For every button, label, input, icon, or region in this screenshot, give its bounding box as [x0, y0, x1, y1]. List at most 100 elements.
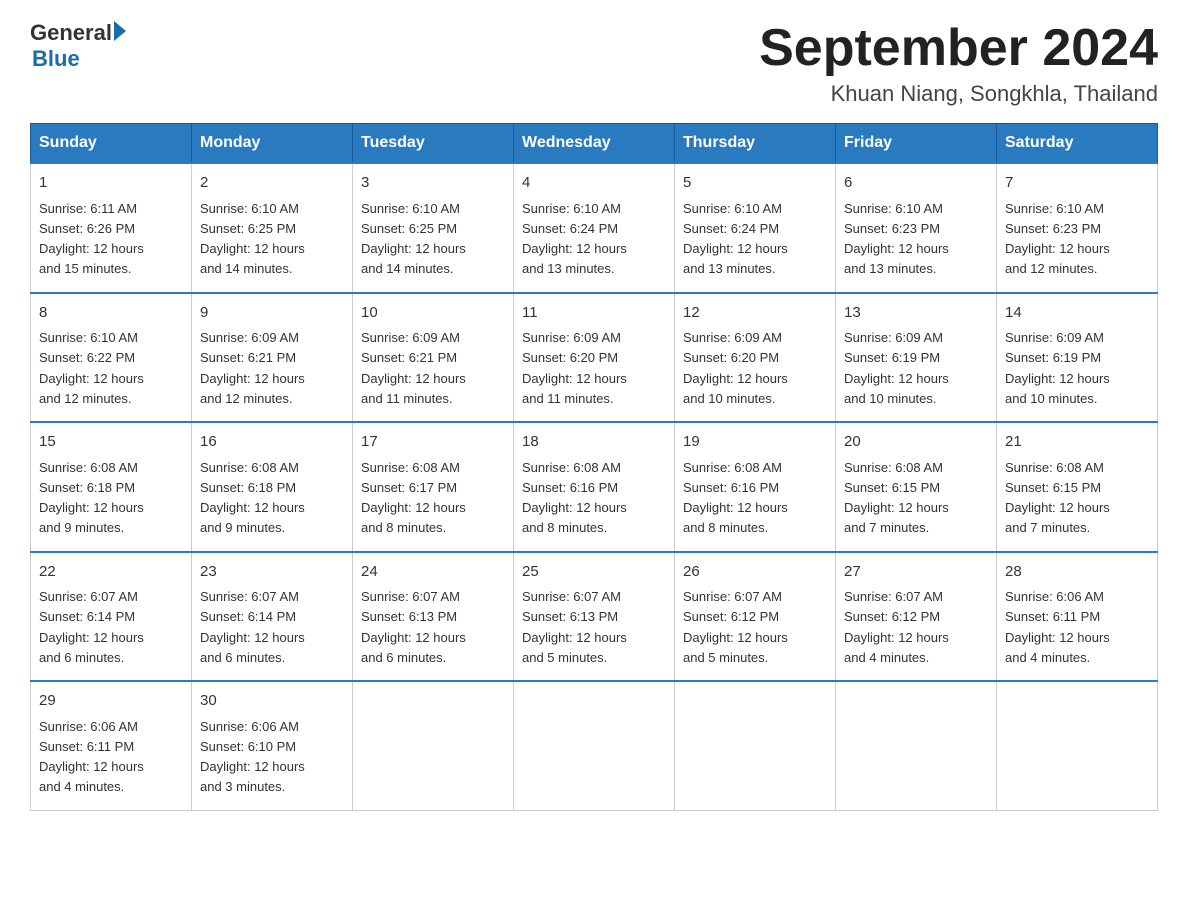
day-number: 5	[683, 172, 827, 195]
day-info: Sunrise: 6:10 AMSunset: 6:25 PMDaylight:…	[200, 201, 305, 277]
calendar-cell: 23 Sunrise: 6:07 AMSunset: 6:14 PMDayligh…	[192, 552, 353, 682]
calendar-cell: 21 Sunrise: 6:08 AMSunset: 6:15 PMDayligh…	[997, 422, 1158, 552]
day-number: 24	[361, 561, 505, 584]
day-number: 7	[1005, 172, 1149, 195]
weekday-header-tuesday: Tuesday	[353, 124, 514, 164]
day-number: 15	[39, 431, 183, 454]
calendar-cell: 2 Sunrise: 6:10 AMSunset: 6:25 PMDaylight…	[192, 163, 353, 293]
logo: General Blue	[30, 20, 126, 72]
day-info: Sunrise: 6:08 AMSunset: 6:18 PMDaylight:…	[39, 460, 144, 536]
calendar-cell: 14 Sunrise: 6:09 AMSunset: 6:19 PMDayligh…	[997, 293, 1158, 423]
calendar-cell	[353, 681, 514, 810]
day-number: 25	[522, 561, 666, 584]
calendar-cell: 18 Sunrise: 6:08 AMSunset: 6:16 PMDayligh…	[514, 422, 675, 552]
calendar-cell: 28Sunrise: 6:06 AMSunset: 6:11 PMDayligh…	[997, 552, 1158, 682]
day-number: 8	[39, 302, 183, 325]
day-info: Sunrise: 6:07 AMSunset: 6:13 PMDaylight:…	[522, 589, 627, 665]
calendar-table: SundayMondayTuesdayWednesdayThursdayFrid…	[30, 123, 1158, 811]
calendar-cell: 26 Sunrise: 6:07 AMSunset: 6:12 PMDayligh…	[675, 552, 836, 682]
calendar-week-row: 22Sunrise: 6:07 AMSunset: 6:14 PMDayligh…	[31, 552, 1158, 682]
day-info: Sunrise: 6:09 AMSunset: 6:19 PMDaylight:…	[844, 330, 949, 406]
day-number: 14	[1005, 302, 1149, 325]
day-info: Sunrise: 6:06 AMSunset: 6:10 PMDaylight:…	[200, 719, 305, 795]
day-number: 30	[200, 690, 344, 713]
weekday-header-friday: Friday	[836, 124, 997, 164]
calendar-cell: 25 Sunrise: 6:07 AMSunset: 6:13 PMDayligh…	[514, 552, 675, 682]
day-number: 12	[683, 302, 827, 325]
calendar-header-row: SundayMondayTuesdayWednesdayThursdayFrid…	[31, 124, 1158, 164]
calendar-cell: 3Sunrise: 6:10 AMSunset: 6:25 PMDaylight…	[353, 163, 514, 293]
page-location: Khuan Niang, Songkhla, Thailand	[759, 81, 1158, 107]
day-info: Sunrise: 6:10 AMSunset: 6:25 PMDaylight:…	[361, 201, 466, 277]
day-number: 21	[1005, 431, 1149, 454]
calendar-cell	[514, 681, 675, 810]
weekday-header-wednesday: Wednesday	[514, 124, 675, 164]
day-info: Sunrise: 6:10 AMSunset: 6:22 PMDaylight:…	[39, 330, 144, 406]
logo-arrow-icon	[114, 21, 126, 41]
calendar-cell: 8 Sunrise: 6:10 AMSunset: 6:22 PMDaylight…	[31, 293, 192, 423]
day-number: 11	[522, 302, 666, 325]
logo-blue-text: Blue	[32, 46, 80, 72]
day-info: Sunrise: 6:07 AMSunset: 6:14 PMDaylight:…	[200, 589, 305, 665]
day-info: Sunrise: 6:10 AMSunset: 6:23 PMDaylight:…	[844, 201, 949, 277]
day-info: Sunrise: 6:10 AMSunset: 6:24 PMDaylight:…	[522, 201, 627, 277]
calendar-cell: 7 Sunrise: 6:10 AMSunset: 6:23 PMDaylight…	[997, 163, 1158, 293]
weekday-header-sunday: Sunday	[31, 124, 192, 164]
calendar-cell	[997, 681, 1158, 810]
day-info: Sunrise: 6:07 AMSunset: 6:14 PMDaylight:…	[39, 589, 144, 665]
calendar-cell: 6 Sunrise: 6:10 AMSunset: 6:23 PMDaylight…	[836, 163, 997, 293]
day-info: Sunrise: 6:09 AMSunset: 6:20 PMDaylight:…	[522, 330, 627, 406]
calendar-cell: 9Sunrise: 6:09 AMSunset: 6:21 PMDaylight…	[192, 293, 353, 423]
day-info: Sunrise: 6:06 AMSunset: 6:11 PMDaylight:…	[1005, 589, 1110, 665]
weekday-header-saturday: Saturday	[997, 124, 1158, 164]
calendar-week-row: 1Sunrise: 6:11 AMSunset: 6:26 PMDaylight…	[31, 163, 1158, 293]
page-header: General Blue September 2024 Khuan Niang,…	[30, 20, 1158, 107]
calendar-cell: 15 Sunrise: 6:08 AMSunset: 6:18 PMDayligh…	[31, 422, 192, 552]
calendar-cell: 24 Sunrise: 6:07 AMSunset: 6:13 PMDayligh…	[353, 552, 514, 682]
day-info: Sunrise: 6:09 AMSunset: 6:20 PMDaylight:…	[683, 330, 788, 406]
day-info: Sunrise: 6:08 AMSunset: 6:18 PMDaylight:…	[200, 460, 305, 536]
day-info: Sunrise: 6:07 AMSunset: 6:12 PMDaylight:…	[683, 589, 788, 665]
day-info: Sunrise: 6:09 AMSunset: 6:21 PMDaylight:…	[200, 330, 305, 406]
day-info: Sunrise: 6:08 AMSunset: 6:15 PMDaylight:…	[844, 460, 949, 536]
calendar-cell	[675, 681, 836, 810]
day-number: 19	[683, 431, 827, 454]
day-info: Sunrise: 6:09 AMSunset: 6:21 PMDaylight:…	[361, 330, 466, 406]
day-info: Sunrise: 6:08 AMSunset: 6:15 PMDaylight:…	[1005, 460, 1110, 536]
day-info: Sunrise: 6:10 AMSunset: 6:23 PMDaylight:…	[1005, 201, 1110, 277]
calendar-week-row: 8 Sunrise: 6:10 AMSunset: 6:22 PMDaylight…	[31, 293, 1158, 423]
day-info: Sunrise: 6:07 AMSunset: 6:13 PMDaylight:…	[361, 589, 466, 665]
calendar-cell: 5Sunrise: 6:10 AMSunset: 6:24 PMDaylight…	[675, 163, 836, 293]
calendar-cell: 10 Sunrise: 6:09 AMSunset: 6:21 PMDayligh…	[353, 293, 514, 423]
day-info: Sunrise: 6:08 AMSunset: 6:16 PMDaylight:…	[683, 460, 788, 536]
day-number: 18	[522, 431, 666, 454]
calendar-cell: 27 Sunrise: 6:07 AMSunset: 6:12 PMDayligh…	[836, 552, 997, 682]
day-info: Sunrise: 6:08 AMSunset: 6:16 PMDaylight:…	[522, 460, 627, 536]
calendar-cell: 19 Sunrise: 6:08 AMSunset: 6:16 PMDayligh…	[675, 422, 836, 552]
day-number: 10	[361, 302, 505, 325]
logo-general-text: General	[30, 20, 112, 46]
day-number: 27	[844, 561, 988, 584]
calendar-cell	[836, 681, 997, 810]
day-info: Sunrise: 6:09 AMSunset: 6:19 PMDaylight:…	[1005, 330, 1110, 406]
day-info: Sunrise: 6:07 AMSunset: 6:12 PMDaylight:…	[844, 589, 949, 665]
calendar-cell: 30 Sunrise: 6:06 AMSunset: 6:10 PMDayligh…	[192, 681, 353, 810]
day-number: 2	[200, 172, 344, 195]
day-number: 23	[200, 561, 344, 584]
weekday-header-monday: Monday	[192, 124, 353, 164]
calendar-cell: 11 Sunrise: 6:09 AMSunset: 6:20 PMDayligh…	[514, 293, 675, 423]
page-title: September 2024	[759, 20, 1158, 77]
day-number: 6	[844, 172, 988, 195]
day-number: 26	[683, 561, 827, 584]
day-info: Sunrise: 6:11 AMSunset: 6:26 PMDaylight:…	[39, 201, 144, 277]
calendar-cell: 22Sunrise: 6:07 AMSunset: 6:14 PMDayligh…	[31, 552, 192, 682]
calendar-cell: 29Sunrise: 6:06 AMSunset: 6:11 PMDayligh…	[31, 681, 192, 810]
day-number: 13	[844, 302, 988, 325]
day-number: 16	[200, 431, 344, 454]
day-info: Sunrise: 6:08 AMSunset: 6:17 PMDaylight:…	[361, 460, 466, 536]
day-number: 20	[844, 431, 988, 454]
calendar-cell: 12 Sunrise: 6:09 AMSunset: 6:20 PMDayligh…	[675, 293, 836, 423]
calendar-week-row: 15 Sunrise: 6:08 AMSunset: 6:18 PMDayligh…	[31, 422, 1158, 552]
calendar-week-row: 29Sunrise: 6:06 AMSunset: 6:11 PMDayligh…	[31, 681, 1158, 810]
calendar-cell: 16 Sunrise: 6:08 AMSunset: 6:18 PMDayligh…	[192, 422, 353, 552]
